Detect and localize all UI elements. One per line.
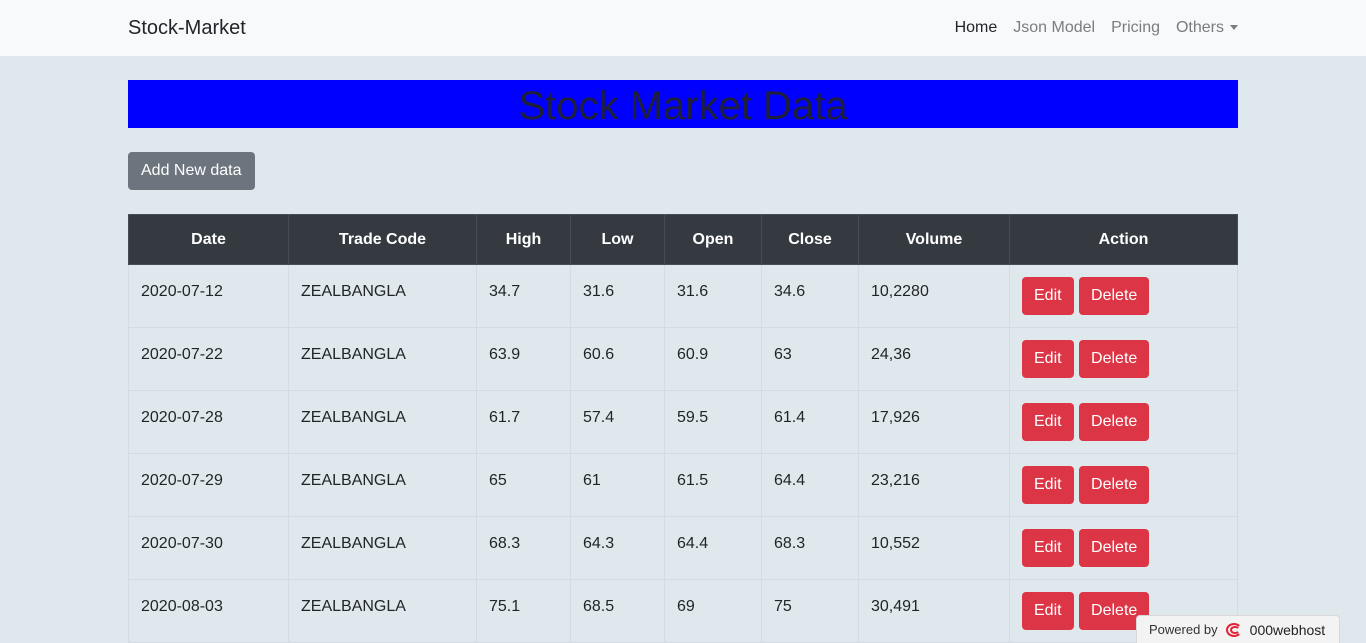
cell-low: 57.4	[570, 390, 665, 454]
table-row: 2020-07-22 ZEALBANGLA 63.9 60.6 60.9 63 24,36 E…	[128, 327, 1238, 391]
delete-button[interactable]: Delete	[1079, 466, 1150, 504]
add-new-data-button[interactable]: Add New data	[128, 152, 255, 190]
edit-button[interactable]: Edit	[1022, 529, 1074, 567]
cell-action: Edit Delete	[1009, 327, 1238, 391]
cell-volume: 23,216	[858, 453, 1010, 517]
cell-close: 68.3	[761, 516, 859, 580]
cell-close: 63	[761, 327, 859, 391]
header-open: Open	[664, 214, 762, 265]
delete-button[interactable]: Delete	[1079, 403, 1150, 441]
cell-action: Edit Delete	[1009, 264, 1238, 328]
cell-trade-code: ZEALBANGLA	[288, 516, 477, 580]
table-row: 2020-07-28 ZEALBANGLA 61.7 57.4 59.5 61.4 17,9…	[128, 390, 1238, 454]
cell-close: 64.4	[761, 453, 859, 517]
top-navbar: Stock-Market Home Json Model Pricing Oth…	[0, 0, 1366, 56]
cell-open: 60.9	[664, 327, 762, 391]
nav-others-label: Others	[1175, 19, 1224, 36]
main-container: Stock Market Data Add New data Date Trad…	[128, 80, 1238, 643]
cell-volume: 10,552	[858, 516, 1010, 580]
cell-open: 64.4	[664, 516, 762, 580]
nav-json-model[interactable]: Json Model	[1013, 19, 1095, 37]
cell-date: 2020-07-28	[128, 390, 289, 454]
cell-date: 2020-08-03	[128, 579, 289, 643]
cell-close: 61.4	[761, 390, 859, 454]
cell-date: 2020-07-29	[128, 453, 289, 517]
cell-low: 60.6	[570, 327, 665, 391]
nav-home[interactable]: Home	[955, 19, 998, 37]
cell-high: 65	[476, 453, 571, 517]
cell-high: 34.7	[476, 264, 571, 328]
cell-volume: 30,491	[858, 579, 1010, 643]
nav-links: Home Json Model Pricing Others	[955, 19, 1238, 37]
caret-down-icon	[1230, 25, 1238, 31]
cell-trade-code: ZEALBANGLA	[288, 390, 477, 454]
cell-close: 75	[761, 579, 859, 643]
cell-date: 2020-07-12	[128, 264, 289, 328]
nav-others-dropdown[interactable]: Others	[1176, 19, 1238, 37]
cell-trade-code: ZEALBANGLA	[288, 453, 477, 517]
cell-action: Edit Delete	[1009, 453, 1238, 517]
cell-low: 68.5	[570, 579, 665, 643]
header-trade-code: Trade Code	[288, 214, 477, 265]
cell-open: 31.6	[664, 264, 762, 328]
edit-button[interactable]: Edit	[1022, 466, 1074, 504]
nav-pricing[interactable]: Pricing	[1111, 19, 1160, 37]
delete-button[interactable]: Delete	[1079, 529, 1150, 567]
cell-date: 2020-07-30	[128, 516, 289, 580]
delete-button[interactable]: Delete	[1079, 277, 1150, 315]
edit-button[interactable]: Edit	[1022, 340, 1074, 378]
cell-high: 61.7	[476, 390, 571, 454]
cell-high: 63.9	[476, 327, 571, 391]
cell-open: 61.5	[664, 453, 762, 517]
cell-low: 64.3	[570, 516, 665, 580]
delete-button[interactable]: Delete	[1079, 340, 1150, 378]
table-row: 2020-08-03 ZEALBANGLA 75.1 68.5 69 75 30,491 Ed…	[128, 579, 1238, 643]
header-volume: Volume	[858, 214, 1010, 265]
table-row: 2020-07-30 ZEALBANGLA 68.3 64.3 64.4 68.3 10,5…	[128, 516, 1238, 580]
header-date: Date	[128, 214, 289, 265]
cell-date: 2020-07-22	[128, 327, 289, 391]
powered-label: Powered by	[1149, 622, 1218, 637]
powered-by-badge[interactable]: Powered by 000webhost	[1136, 615, 1340, 643]
cell-close: 34.6	[761, 264, 859, 328]
cell-volume: 10,2280	[858, 264, 1010, 328]
cell-high: 68.3	[476, 516, 571, 580]
brand-link[interactable]: Stock-Market	[128, 17, 246, 40]
header-action: Action	[1009, 214, 1238, 265]
edit-button[interactable]: Edit	[1022, 277, 1074, 315]
cell-low: 31.6	[570, 264, 665, 328]
table-header-row: Date Trade Code High Low Open Close Volu…	[128, 214, 1238, 265]
cell-trade-code: ZEALBANGLA	[288, 579, 477, 643]
cell-trade-code: ZEALBANGLA	[288, 327, 477, 391]
host-logo-icon	[1225, 622, 1244, 637]
cell-action: Edit Delete	[1009, 516, 1238, 580]
cell-trade-code: ZEALBANGLA	[288, 264, 477, 328]
edit-button[interactable]: Edit	[1022, 403, 1074, 441]
page-title: Stock Market Data	[128, 80, 1238, 128]
cell-open: 69	[664, 579, 762, 643]
header-low: Low	[570, 214, 665, 265]
cell-action: Edit Delete	[1009, 390, 1238, 454]
cell-open: 59.5	[664, 390, 762, 454]
header-close: Close	[761, 214, 859, 265]
header-high: High	[476, 214, 571, 265]
table-row: 2020-07-12 ZEALBANGLA 34.7 31.6 31.6 34.6 10,2…	[128, 264, 1238, 328]
edit-button[interactable]: Edit	[1022, 592, 1074, 630]
host-name: 000webhost	[1249, 621, 1326, 638]
cell-low: 61	[570, 453, 665, 517]
table-row: 2020-07-29 ZEALBANGLA 65 61 61.5 64.4 23,216 Ed…	[128, 453, 1238, 517]
cell-volume: 24,36	[858, 327, 1010, 391]
cell-high: 75.1	[476, 579, 571, 643]
cell-volume: 17,926	[858, 390, 1010, 454]
stock-table: Date Trade Code High Low Open Close Volu…	[128, 214, 1238, 643]
